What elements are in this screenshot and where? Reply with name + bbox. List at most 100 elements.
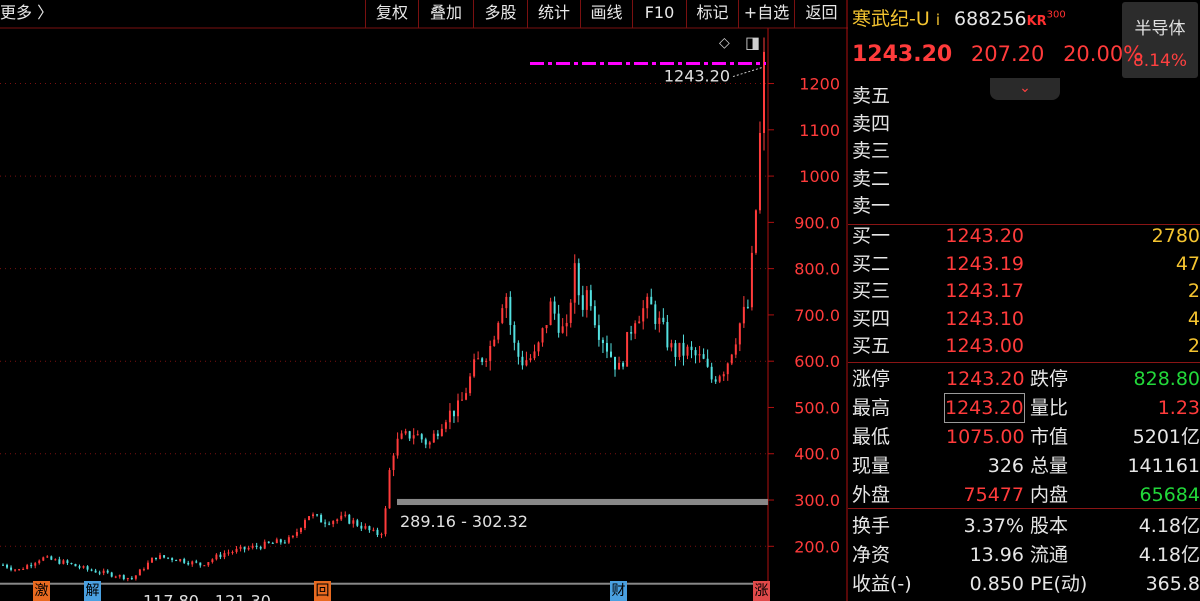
order-book-row[interactable]: 买四 1243.10 4 xyxy=(848,306,1200,333)
event-marker[interactable]: 回 xyxy=(314,581,331,601)
order-book-row[interactable]: 卖四 xyxy=(848,111,1200,138)
candle-body xyxy=(565,322,568,327)
stock-name[interactable]: 寒武纪-U xyxy=(852,8,930,30)
total-vol-label: 总量 xyxy=(1030,455,1069,477)
toolbar-button-2[interactable]: 多股 xyxy=(473,0,527,28)
candle-body xyxy=(308,516,311,521)
candle-body xyxy=(601,339,604,344)
candle-body xyxy=(279,539,282,543)
candle-body xyxy=(203,565,206,567)
candle-body xyxy=(316,514,319,516)
candle-body xyxy=(38,560,41,564)
candle-body xyxy=(469,376,472,394)
order-book-row[interactable]: 卖五 xyxy=(848,83,1200,110)
order-book-row[interactable]: 卖三 xyxy=(848,138,1200,165)
order-book-row[interactable]: 买一 1243.20 2780 xyxy=(848,223,1200,250)
candle-body xyxy=(714,379,717,382)
order-book-label: 卖五 xyxy=(852,85,891,107)
candle-body xyxy=(448,410,451,423)
pe-label: PE(动) xyxy=(1030,573,1088,595)
candle-body xyxy=(340,515,343,520)
candle-body xyxy=(134,575,137,579)
candle-body xyxy=(70,563,73,565)
candle-body xyxy=(456,400,459,417)
diamond-icon[interactable]: ◇ xyxy=(719,35,730,51)
candle-body xyxy=(251,545,254,548)
candle-body xyxy=(320,514,323,523)
nav-value: 13.96 xyxy=(969,544,1024,566)
order-book-vol: 2 xyxy=(1187,280,1200,302)
y-tick-label: 400.0 xyxy=(794,445,840,464)
candle-body xyxy=(267,541,270,543)
toolbar-button-1[interactable]: 叠加 xyxy=(418,0,473,28)
candle-body xyxy=(658,317,661,324)
y-tick-label: 900.0 xyxy=(794,213,840,232)
event-marker[interactable]: 涨 xyxy=(753,581,770,601)
turnover-value: 3.37% xyxy=(963,515,1024,537)
candle-body xyxy=(642,308,645,322)
order-book-row[interactable]: 买三 1243.17 2 xyxy=(848,278,1200,305)
candle-body xyxy=(734,344,737,355)
limit-up-value: 1243.20 xyxy=(946,368,1025,390)
candle-body xyxy=(722,374,725,377)
candle-body xyxy=(609,351,612,357)
candle-body xyxy=(549,301,552,326)
order-book-row[interactable]: 买五 1243.00 2 xyxy=(848,333,1200,360)
toolbar-button-6[interactable]: 标记 xyxy=(686,0,738,28)
candle-body xyxy=(674,343,677,357)
candle-body xyxy=(428,442,431,445)
event-marker[interactable]: 激 xyxy=(33,581,50,601)
order-book-label: 卖三 xyxy=(852,140,891,162)
candle-body xyxy=(718,376,721,382)
candle-body xyxy=(416,434,419,436)
candle-body xyxy=(255,545,258,547)
y-tick-label: 1200 xyxy=(799,75,840,94)
more-button[interactable]: 更多 〉 xyxy=(0,0,53,28)
candle-body xyxy=(18,569,21,571)
outer-label: 外盘 xyxy=(852,484,891,506)
candle-body xyxy=(368,526,371,531)
window-toggle-icon[interactable]: ◨ xyxy=(745,33,760,52)
order-book-row[interactable]: 卖二 xyxy=(848,166,1200,193)
candle-body xyxy=(30,565,33,567)
candle-body xyxy=(489,346,492,361)
candle-body xyxy=(545,325,548,329)
candle-body xyxy=(271,542,274,544)
order-book-label: 买一 xyxy=(852,225,891,247)
candle-body xyxy=(150,557,153,563)
candle-body xyxy=(372,529,375,531)
price-chart[interactable]: 289.16 - 302.32117.80 - 121.30 120011001… xyxy=(0,0,848,601)
candle-body xyxy=(94,570,97,573)
candle-body xyxy=(392,455,395,471)
candle-body xyxy=(239,546,242,549)
info-icon[interactable]: i xyxy=(936,11,940,29)
candle-body xyxy=(690,346,693,351)
order-book-row[interactable]: 买二 1243.19 47 xyxy=(848,251,1200,278)
candle-body xyxy=(10,567,13,570)
y-tick-label: 500.0 xyxy=(794,398,840,417)
order-book-row[interactable]: 卖一 xyxy=(848,193,1200,220)
toolbar-button-8[interactable]: 返回 xyxy=(794,0,848,28)
toolbar-button-5[interactable]: F10 xyxy=(632,0,686,28)
event-marker[interactable]: 解 xyxy=(84,581,101,601)
limit-down-label: 跌停 xyxy=(1030,368,1069,390)
toolbar-button-4[interactable]: 画线 xyxy=(580,0,632,28)
toolbar-button-0[interactable]: 复权 xyxy=(365,0,418,28)
candle-body xyxy=(646,296,649,309)
float-label: 流通 xyxy=(1030,544,1069,566)
candle-body xyxy=(247,547,250,550)
candle-body xyxy=(6,564,9,568)
candle-body xyxy=(54,559,57,561)
pe-value: 365.8 xyxy=(1145,573,1200,595)
candle-body xyxy=(26,565,29,569)
toolbar-button-3[interactable]: 统计 xyxy=(527,0,580,28)
event-marker[interactable]: 财 xyxy=(610,581,627,601)
order-book-price: 1243.17 xyxy=(945,280,1024,302)
toolbar-button-7[interactable]: +自选 xyxy=(738,0,794,28)
candle-body xyxy=(501,308,504,323)
candle-body xyxy=(670,343,673,348)
y-tick-label: 800.0 xyxy=(794,260,840,279)
price-header: 1243.20 207.20 20.00% xyxy=(852,42,1155,67)
candle-body xyxy=(605,343,608,352)
candle-body xyxy=(114,576,117,578)
